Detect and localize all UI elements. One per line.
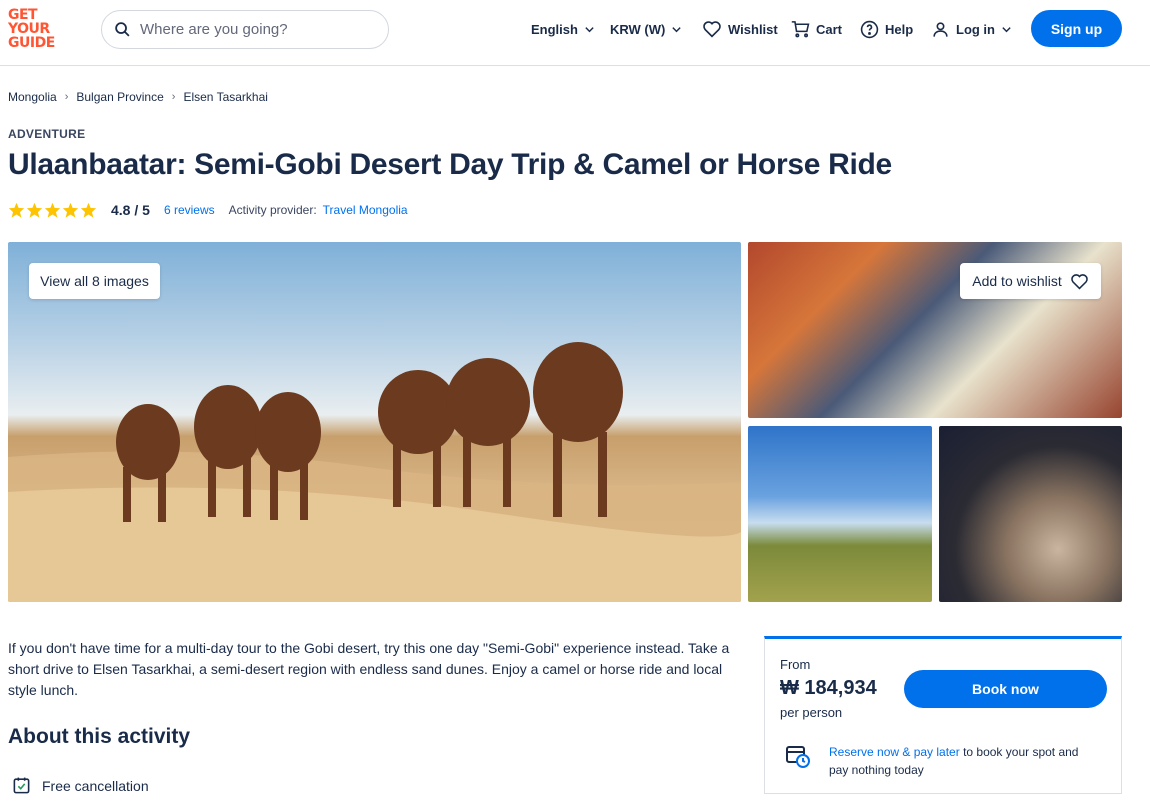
rating-number: 4.8 bbox=[111, 202, 131, 218]
provider-label: Activity provider: bbox=[228, 203, 317, 217]
search-icon bbox=[115, 22, 130, 37]
site-header: GET YOUR GUIDE English KRW (W) Wishlist … bbox=[0, 0, 1150, 66]
login-menu[interactable]: Log in bbox=[931, 0, 1012, 58]
free-cancellation-label: Free cancellation bbox=[42, 777, 149, 794]
help-label: Help bbox=[885, 21, 914, 37]
currency-label: KRW (W) bbox=[610, 21, 666, 37]
language-selector[interactable]: English bbox=[531, 0, 595, 58]
rating-stars bbox=[8, 202, 97, 218]
signup-button[interactable]: Sign up bbox=[1031, 10, 1122, 47]
calendar-clock-icon bbox=[786, 746, 810, 768]
currency-selector[interactable]: KRW (W) bbox=[610, 0, 682, 58]
help-link[interactable]: Help bbox=[860, 0, 913, 58]
price-value: ₩ 184,934 bbox=[780, 677, 877, 699]
book-now-button[interactable]: Book now bbox=[904, 670, 1107, 708]
reviews-link[interactable]: 6 reviews bbox=[164, 203, 215, 217]
breadcrumb-separator-icon: › bbox=[64, 91, 69, 103]
search-box[interactable] bbox=[101, 10, 389, 49]
logo-line-3: GUIDE bbox=[8, 35, 55, 51]
search-input[interactable] bbox=[140, 21, 360, 38]
getyourguide-logo[interactable]: GET YOUR GUIDE bbox=[8, 8, 68, 50]
chevron-down-icon bbox=[672, 26, 682, 32]
star-icon bbox=[62, 202, 79, 218]
add-to-wishlist-button[interactable]: Add to wishlist bbox=[960, 263, 1101, 299]
login-label: Log in bbox=[956, 21, 995, 37]
breadcrumb-separator-icon: › bbox=[171, 91, 176, 103]
cart-label: Cart bbox=[816, 21, 843, 37]
logo-line-1: GET bbox=[8, 7, 38, 23]
rating-row: 4.8 / 5 6 reviews Activity provider: Tra… bbox=[8, 202, 408, 218]
gallery-image-dumplings[interactable] bbox=[939, 426, 1122, 602]
cart-icon bbox=[791, 21, 810, 38]
heart-icon bbox=[703, 21, 721, 38]
star-icon bbox=[8, 202, 25, 218]
view-all-images-button[interactable]: View all 8 images bbox=[29, 263, 160, 299]
reserve-text: Reserve now & pay later to book your spo… bbox=[829, 743, 1094, 779]
breadcrumb: Mongolia › Bulgan Province › Elsen Tasar… bbox=[8, 90, 268, 104]
reserve-now-link[interactable]: Reserve now & pay later bbox=[829, 745, 960, 759]
wishlist-label: Wishlist bbox=[728, 21, 778, 37]
heart-icon bbox=[1070, 273, 1088, 290]
language-label: English bbox=[531, 21, 578, 37]
breadcrumb-item-bulgan[interactable]: Bulgan Province bbox=[76, 90, 163, 104]
booking-card: From ₩ 184,934 per person Book now Reser… bbox=[764, 636, 1122, 794]
gallery-image-camel-herd[interactable] bbox=[748, 426, 932, 602]
star-icon bbox=[44, 202, 61, 218]
calendar-check-icon bbox=[13, 777, 30, 794]
star-icon bbox=[80, 202, 97, 218]
page-title: Ulaanbaatar: Semi-Gobi Desert Day Trip &… bbox=[8, 148, 892, 181]
about-heading: About this activity bbox=[8, 725, 191, 748]
activity-description: If you don't have time for a multi-day t… bbox=[8, 640, 730, 698]
rating-max: / 5 bbox=[134, 202, 150, 218]
star-icon bbox=[26, 202, 43, 218]
chevron-down-icon bbox=[585, 26, 594, 32]
logo-line-2: YOUR bbox=[8, 21, 50, 37]
cart-link[interactable]: Cart bbox=[791, 0, 842, 58]
add-to-wishlist-label: Add to wishlist bbox=[972, 273, 1062, 289]
chevron-down-icon bbox=[1002, 26, 1011, 32]
wishlist-link[interactable]: Wishlist bbox=[702, 0, 778, 58]
rating-value: 4.8 / 5 bbox=[111, 202, 150, 218]
breadcrumb-item-mongolia[interactable]: Mongolia bbox=[8, 90, 57, 104]
provider-link[interactable]: Travel Mongolia bbox=[323, 203, 408, 217]
price-unit: per person bbox=[780, 705, 843, 720]
feature-free-cancellation: Free cancellation bbox=[12, 776, 149, 795]
reserve-later-info: Reserve now & pay later to book your spo… bbox=[785, 743, 1094, 779]
price-from-label: From bbox=[780, 657, 811, 672]
activity-category: ADVENTURE bbox=[8, 127, 86, 141]
breadcrumb-item-elsen[interactable]: Elsen Tasarkhai bbox=[183, 90, 268, 104]
help-icon bbox=[860, 20, 879, 38]
user-icon bbox=[933, 21, 948, 37]
